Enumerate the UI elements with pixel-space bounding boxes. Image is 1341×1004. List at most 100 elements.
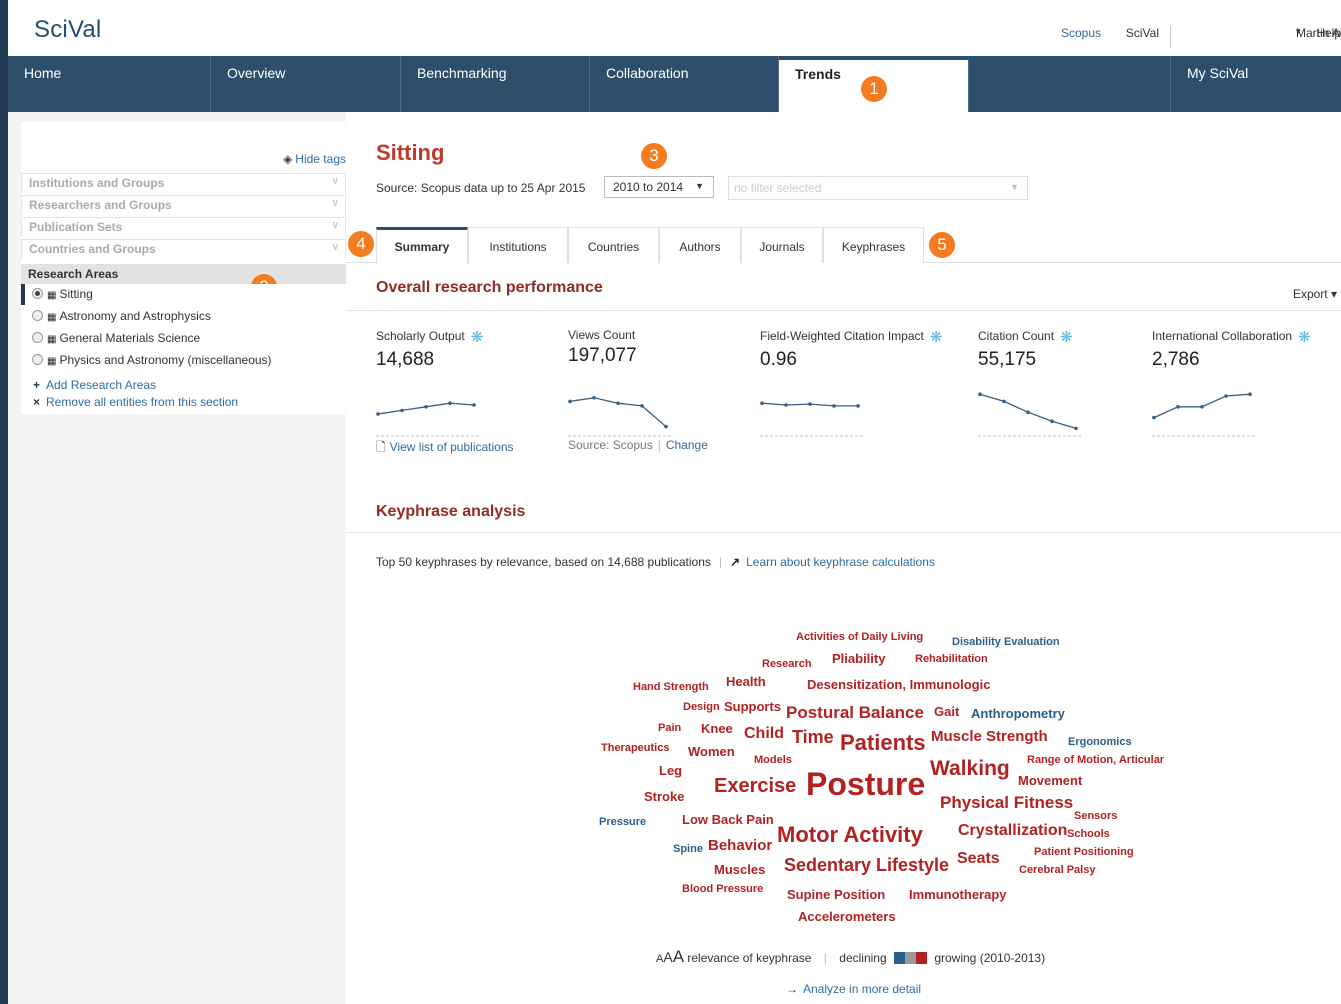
- keyphrase-word[interactable]: Range of Motion, Articular: [1027, 754, 1164, 766]
- keyphrase-word[interactable]: Stroke: [644, 789, 684, 804]
- keyphrase-word[interactable]: Anthropometry: [971, 706, 1065, 721]
- keyphrase-word[interactable]: Postural Balance: [786, 703, 924, 723]
- keyphrase-cloud: Activities of Daily Living Disability Eva…: [346, 112, 1341, 1004]
- keyphrase-word[interactable]: Immunotherapy: [909, 887, 1007, 902]
- keyphrase-word[interactable]: Pliability: [832, 651, 885, 666]
- keyphrase-word[interactable]: Exercise: [714, 775, 796, 798]
- keyphrase-word[interactable]: Blood Pressure: [682, 883, 763, 895]
- scival-app: SciVal Scopus SciVal Martin Andersson▾ H…: [8, 0, 1341, 1004]
- radio-icon[interactable]: [32, 310, 43, 321]
- keyphrase-word[interactable]: Muscle Strength: [931, 728, 1048, 745]
- nav-trends[interactable]: Trends 1: [779, 56, 969, 112]
- research-areas-title: Research Areas: [28, 267, 119, 281]
- radio-selected-icon[interactable]: [32, 288, 43, 299]
- keyphrase-word[interactable]: Motor Activity: [777, 822, 923, 848]
- keyphrase-word[interactable]: Knee: [701, 721, 733, 736]
- keyphrase-word[interactable]: Schools: [1067, 828, 1110, 840]
- keyphrase-word[interactable]: Sensors: [1074, 810, 1117, 822]
- nav-collaboration[interactable]: Collaboration: [590, 56, 779, 112]
- keyphrase-word[interactable]: Rehabilitation: [915, 653, 988, 665]
- nav-overview[interactable]: Overview: [211, 56, 401, 112]
- nav-spacer: [969, 56, 1171, 112]
- keyphrase-word[interactable]: Spine: [673, 843, 703, 855]
- scival-logo[interactable]: SciVal: [34, 16, 101, 44]
- sidebar-section-countries[interactable]: Countries and Groups ∨: [21, 239, 346, 259]
- keyphrase-word[interactable]: Pressure: [599, 816, 646, 828]
- keyphrase-word[interactable]: Posture: [806, 766, 925, 803]
- legend-declining-label: declining: [839, 951, 887, 965]
- scival-link[interactable]: SciVal: [1126, 26, 1159, 40]
- separator: |: [823, 951, 827, 965]
- window-frame: [0, 0, 8, 1004]
- keyphrase-word[interactable]: Behavior: [708, 837, 772, 854]
- radio-icon[interactable]: [32, 354, 43, 365]
- keyphrase-word[interactable]: Sedentary Lifestyle: [784, 855, 949, 876]
- keyphrase-word[interactable]: Models: [754, 754, 792, 766]
- sidebar-section-publication-sets[interactable]: Publication Sets ∨: [21, 217, 346, 237]
- chevron-down-icon: ∨: [331, 220, 339, 231]
- keyphrase-word[interactable]: Disability Evaluation: [952, 636, 1060, 648]
- keyphrase-word[interactable]: Cerebral Palsy: [1019, 864, 1095, 876]
- sidebar-section-label: Countries and Groups: [29, 242, 156, 256]
- keyphrase-word[interactable]: Muscles: [714, 862, 765, 877]
- analyze-detail-link[interactable]: → Analyze in more detail: [786, 982, 921, 996]
- scopus-link[interactable]: Scopus: [1061, 26, 1101, 40]
- sidebar-section-researchers[interactable]: Researchers and Groups ∨: [21, 195, 346, 215]
- help-link[interactable]: Help: [1316, 26, 1341, 40]
- keyphrase-word[interactable]: Desensitization, Immunologic: [807, 677, 990, 692]
- keyphrase-word[interactable]: Child: [744, 725, 784, 743]
- legend-relevance-label: relevance of keyphrase: [687, 951, 812, 965]
- legend-swatch-neutral: [904, 952, 916, 964]
- keyphrase-word[interactable]: Physical Fitness: [940, 793, 1073, 813]
- keyphrase-word[interactable]: Walking: [930, 757, 1010, 781]
- keyphrase-word[interactable]: Pain: [658, 722, 681, 734]
- sidebar-section-label: Publication Sets: [29, 220, 123, 234]
- keyphrase-word[interactable]: Crystallization: [958, 822, 1067, 840]
- close-icon: ×: [33, 395, 41, 409]
- keyphrase-word[interactable]: Leg: [659, 763, 682, 778]
- keyphrase-word[interactable]: Ergonomics: [1068, 736, 1132, 748]
- keyphrase-word[interactable]: Hand Strength: [633, 681, 709, 693]
- keyphrase-word[interactable]: Women: [688, 744, 735, 759]
- keyphrase-word[interactable]: Low Back Pain: [682, 812, 774, 827]
- research-area-label: Astronomy and Astrophysics: [59, 309, 211, 323]
- keyphrase-word[interactable]: Research: [762, 658, 812, 670]
- hide-tags-link[interactable]: ◈ Hide tags: [283, 152, 346, 166]
- research-area-physics[interactable]: ▦ Physics and Astronomy (miscellaneous): [21, 350, 346, 371]
- remove-entities-link[interactable]: × Remove all entities from this section: [33, 395, 238, 409]
- keyphrase-word[interactable]: Health: [726, 674, 766, 689]
- add-research-areas-link[interactable]: + Add Research Areas: [33, 378, 156, 392]
- keyphrase-word[interactable]: Movement: [1018, 773, 1082, 788]
- radio-icon[interactable]: [32, 332, 43, 343]
- sidebar-section-institutions[interactable]: Institutions and Groups ∨: [21, 173, 346, 193]
- keyphrase-word[interactable]: Therapeutics: [601, 742, 669, 754]
- legend-size-medium: A: [663, 949, 673, 965]
- tag-icon: ◈: [283, 152, 293, 166]
- nav-benchmarking[interactable]: Benchmarking: [401, 56, 590, 112]
- sidebar-section-label: Institutions and Groups: [29, 176, 165, 190]
- sidebar-section-research-areas[interactable]: Research Areas: [21, 264, 346, 284]
- keyphrase-word[interactable]: Design: [683, 701, 720, 713]
- research-area-sitting[interactable]: ▦ Sitting: [21, 284, 346, 305]
- keyphrase-legend: AAA relevance of keyphrase | declining g…: [656, 947, 1045, 967]
- keyphrase-word[interactable]: Seats: [957, 850, 1000, 868]
- legend-swatch-declining: [893, 952, 905, 964]
- research-area-icon: ▦: [47, 356, 57, 367]
- main-content: Sitting Source: Scopus data up to 25 Apr…: [346, 112, 1341, 1004]
- research-area-label: Physics and Astronomy (miscellaneous): [59, 353, 272, 367]
- keyphrase-word[interactable]: Supine Position: [787, 887, 885, 902]
- chevron-down-icon: ▾: [1296, 26, 1301, 36]
- keyphrase-word[interactable]: Patient Positioning: [1034, 846, 1134, 858]
- keyphrase-word[interactable]: Gait: [934, 704, 959, 719]
- research-area-materials[interactable]: ▦ General Materials Science: [21, 328, 346, 349]
- keyphrase-word[interactable]: Time: [792, 727, 834, 748]
- keyphrase-word[interactable]: Activities of Daily Living: [796, 631, 923, 643]
- keyphrase-word[interactable]: Accelerometers: [798, 909, 896, 924]
- nav-home[interactable]: Home: [8, 56, 211, 112]
- analyze-detail-label: Analyze in more detail: [803, 982, 922, 996]
- top-header: SciVal Scopus SciVal Martin Andersson▾ H…: [8, 0, 1341, 56]
- keyphrase-word[interactable]: Supports: [724, 699, 781, 714]
- research-area-astronomy[interactable]: ▦ Astronomy and Astrophysics: [21, 306, 346, 327]
- nav-my-scival[interactable]: My SciVal: [1171, 56, 1341, 112]
- keyphrase-word[interactable]: Patients: [840, 730, 926, 756]
